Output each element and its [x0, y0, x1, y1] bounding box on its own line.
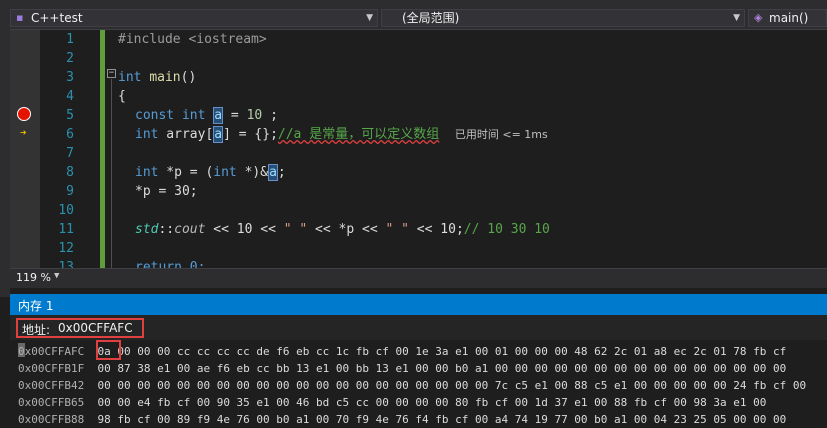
keyword: int [135, 127, 159, 142]
line-number: 1 [66, 32, 74, 47]
cpp-project-icon: ▪ [16, 11, 24, 24]
keyword: return 0; [135, 260, 206, 268]
highlighted-symbol: a [213, 126, 224, 143]
code-text: ] = {}; [223, 127, 278, 142]
code-text: *)& [236, 165, 269, 180]
code-text: << 10; [408, 222, 464, 237]
memory-row-bytes: 00 87 38 e1 00 ae f6 eb cc bb 13 e1 00 b… [97, 362, 787, 375]
code-line-6[interactable]: int array[a] = {};//a 是常量，可以定义数组 已用时间 <=… [135, 125, 548, 144]
code-line-13[interactable]: return 0; [135, 258, 205, 268]
memory-row[interactable]: 0x00CFFB1F 00 87 38 e1 00 ae f6 eb cc bb… [18, 360, 786, 377]
code-line-3[interactable]: int main() [118, 68, 196, 87]
collapse-icon[interactable]: − [107, 69, 116, 78]
code-text: << *p << [307, 222, 386, 237]
string-literal: " " [283, 222, 308, 237]
line-number: 10 [58, 203, 74, 218]
top-toolbar-strip [0, 0, 827, 7]
memory-row-bytes: 98 fb cf 00 89 f9 4e 76 00 b0 a1 00 70 f… [97, 413, 787, 426]
editor-navigation-bar: ▪ C++test ▼ (全局范围) ▼ ◈ main() [10, 7, 827, 30]
comment: //a 是常量，可以定义数组 [277, 127, 440, 142]
line-number: 7 [66, 146, 74, 161]
code-line-8[interactable]: int *p = (int *)&a; [135, 163, 286, 182]
memory-row-bytes: 0a 00 00 00 cc cc cc cc de f6 eb cc 1c f… [97, 345, 787, 358]
code-text: array[ [158, 127, 214, 142]
namespace: std [135, 222, 159, 237]
code-text: () [180, 70, 197, 85]
line-number: 8 [66, 165, 74, 180]
number-literal: 10 [246, 108, 263, 123]
code-line-4[interactable]: { [118, 87, 126, 106]
line-number: 9 [66, 184, 74, 199]
code-text: << 10 << [205, 222, 284, 237]
left-tool-rail [0, 7, 10, 297]
identifier: cout [174, 222, 206, 237]
memory-row-address: 0x00CFFB65 [18, 396, 85, 409]
memory-row-address: 0x00CFFAFC [18, 345, 85, 358]
first-byte-highlight-box [96, 340, 121, 360]
memory-window-title: 内存 1 [18, 299, 54, 313]
code-text: :: [158, 222, 175, 237]
function-label: main() [769, 11, 809, 25]
memory-row-address: 0x00CFFB1F [18, 362, 85, 375]
line-number: 13 [58, 260, 74, 268]
change-tracking-bar [100, 30, 105, 268]
scope-label: (全局范围) [402, 11, 460, 25]
memory-row-bytes: 00 00 e4 fb cf 00 90 35 e1 00 46 bd c5 c… [97, 396, 767, 409]
line-number: 6 [66, 127, 74, 142]
line-number: 11 [58, 222, 74, 237]
chevron-down-icon[interactable]: ▼ [54, 271, 59, 281]
chevron-down-icon: ▼ [366, 13, 373, 23]
memory-row[interactable]: 0x00CFFB42 00 00 00 00 00 00 00 00 00 00… [18, 377, 806, 394]
keyword: int [135, 165, 159, 180]
function-name: main [149, 70, 181, 85]
memory-window-titlebar[interactable]: 内存 1 [10, 294, 827, 315]
editor-status-strip: 119 % ▼ [10, 268, 827, 288]
project-label: C++test [31, 11, 83, 25]
memory-row-bytes: 00 00 00 00 00 00 00 00 00 00 00 00 00 0… [97, 379, 807, 392]
outline-guide [111, 79, 112, 268]
keyword: const int [135, 108, 206, 123]
address-label: 地址: [22, 323, 51, 337]
code-line-1[interactable]: #include <iostream> [118, 30, 267, 49]
string-literal: " " [385, 222, 409, 237]
line-number: 4 [66, 89, 74, 104]
memory-row[interactable]: 0x00CFFB65 00 00 e4 fb cf 00 90 35 e1 00… [18, 394, 766, 411]
memory-row-address: 0x00CFFB42 [18, 379, 85, 392]
memory-row[interactable]: 0x00CFFAFC 0a 00 00 00 cc cc cc cc de f6… [18, 343, 786, 360]
memory-row[interactable]: 0x00CFFB88 98 fb cf 00 89 f9 4e 76 00 b0… [18, 411, 786, 428]
code-line-11[interactable]: std::cout << 10 << " " << *p << " " << 1… [135, 220, 550, 239]
function-icon: ◈ [754, 11, 763, 24]
glyph-margin[interactable] [10, 30, 40, 268]
address-input[interactable]: 0x00CFFAFC [58, 321, 133, 335]
instruction-pointer-icon[interactable]: ➔ [20, 126, 27, 139]
comment: // 10 30 10 [463, 222, 550, 237]
chevron-down-icon: ▼ [733, 13, 740, 23]
zoom-level[interactable]: 119 % [16, 271, 51, 284]
keyword: int [118, 70, 142, 85]
line-number: 5 [66, 108, 74, 123]
function-dropdown[interactable]: ◈ main() [748, 9, 827, 27]
code-text: *p = ( [158, 165, 214, 180]
highlighted-symbol: a [268, 164, 278, 181]
keyword: int [213, 165, 237, 180]
highlighted-symbol: a [213, 107, 224, 124]
breakpoint-icon[interactable] [17, 107, 31, 121]
code-line-9[interactable]: *p = 30; [135, 182, 198, 201]
line-number: 12 [58, 241, 74, 256]
code-text: ; [262, 108, 278, 123]
project-dropdown[interactable]: ▪ C++test ▼ [10, 9, 378, 27]
line-number: 2 [66, 51, 74, 66]
code-text: = [223, 108, 247, 123]
code-line-5[interactable]: const int a = 10 ; [135, 106, 278, 125]
scope-dropdown[interactable]: (全局范围) ▼ [381, 9, 745, 27]
perf-tip[interactable]: 已用时间 <= 1ms [455, 128, 548, 141]
code-text: ; [277, 165, 286, 180]
line-number: 3 [66, 70, 74, 85]
memory-row-address: 0x00CFFB88 [18, 413, 85, 426]
